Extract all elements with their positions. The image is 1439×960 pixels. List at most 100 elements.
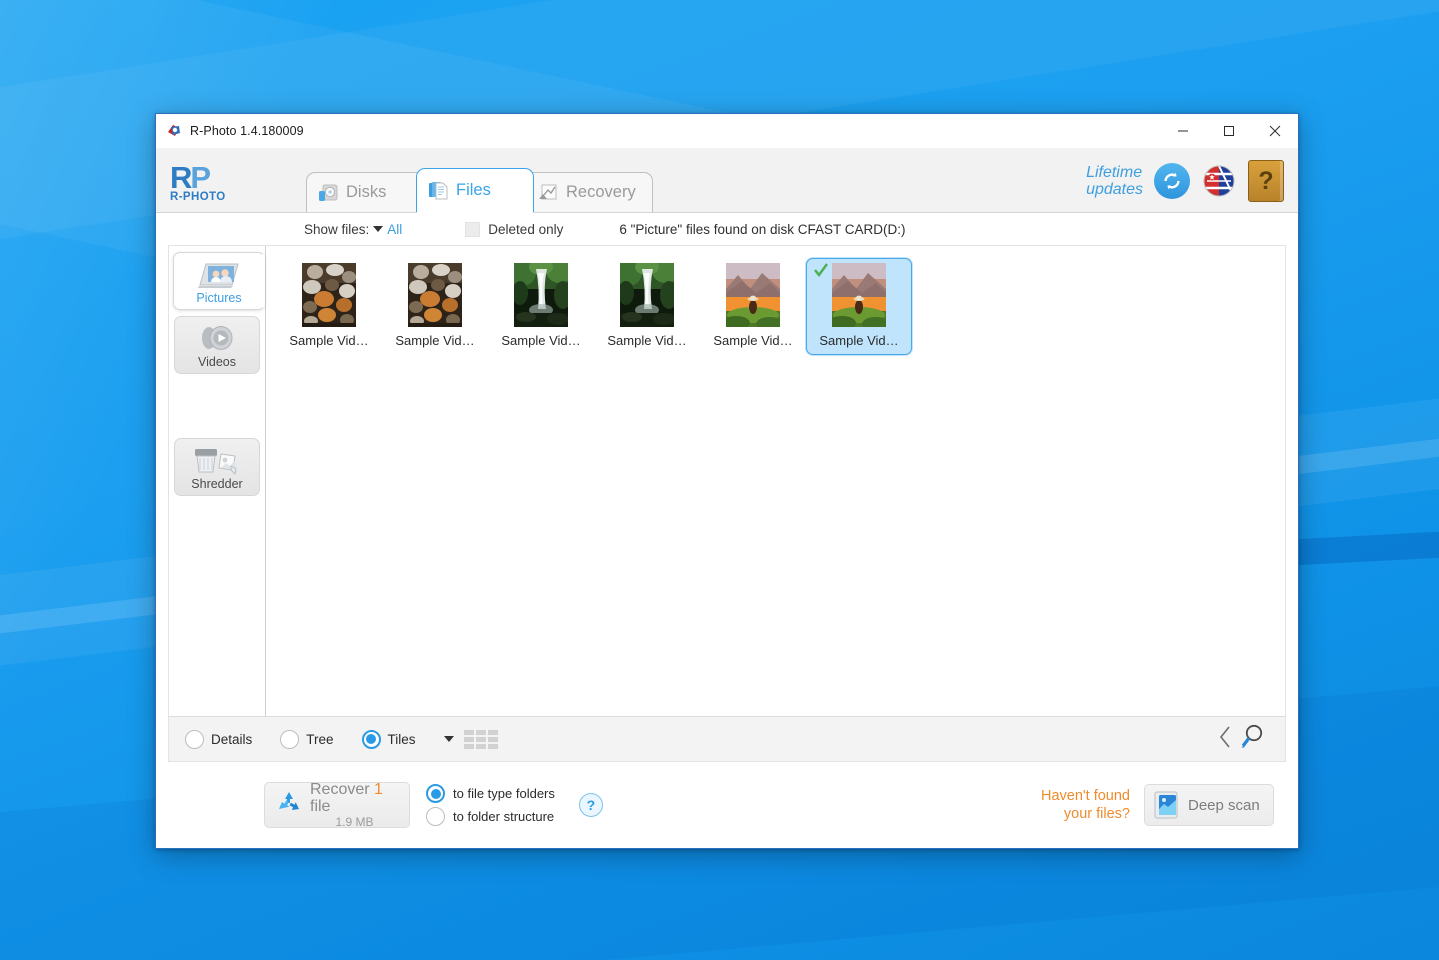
chevron-left-icon[interactable] — [1217, 724, 1233, 755]
radio-button[interactable] — [280, 730, 299, 749]
not-found-prompt: Haven't found your files? — [1041, 787, 1130, 823]
files-toolbar: Show files: All Deleted only 6 "Picture"… — [156, 213, 1298, 245]
help-button[interactable]: ? — [1248, 160, 1284, 202]
footer-right: Haven't found your files? Deep scan — [1041, 784, 1274, 826]
recovery-icon — [537, 182, 559, 204]
pictures-icon — [196, 257, 242, 291]
maximize-button[interactable] — [1206, 114, 1252, 147]
tab-label: Files — [456, 181, 491, 200]
file-tile[interactable]: Sample Vid… — [276, 258, 382, 355]
minimize-button[interactable] — [1160, 114, 1206, 147]
recover-size: 1.9 MB — [310, 816, 399, 829]
files-found-status: 6 "Picture" files found on disk CFAST CA… — [619, 222, 905, 237]
sidebar-item-shredder[interactable]: Shredder — [174, 438, 260, 496]
file-tile[interactable]: Sample Vid… — [700, 258, 806, 355]
show-files-value[interactable]: All — [387, 222, 402, 237]
shredder-icon — [191, 443, 243, 477]
deep-scan-icon — [1154, 790, 1180, 820]
files-icon — [427, 180, 449, 202]
videos-icon — [195, 321, 239, 355]
desktop-background: R-Photo 1.4.180009 RP R-PHOTO — [0, 0, 1439, 960]
sidebar-item-label: Shredder — [191, 477, 242, 491]
window-title: R-Photo 1.4.180009 — [190, 124, 304, 138]
file-thumbnail — [832, 263, 886, 327]
tile-grid: Sample Vid… Sample Vid… — [276, 258, 1275, 355]
app-header: RP R-PHOTO Disks — [156, 148, 1298, 213]
radio-button[interactable] — [362, 730, 381, 749]
file-tile[interactable]: Sample Vid… — [382, 258, 488, 355]
file-tile-label: Sample Vid… — [395, 333, 474, 348]
main-tabs: Disks Files — [306, 148, 645, 212]
checkbox-box[interactable] — [465, 222, 480, 237]
deep-scan-label: Deep scan — [1188, 797, 1260, 814]
view-mode-tiles[interactable]: Tiles — [362, 730, 416, 749]
content-frame: Pictures Videos — [168, 245, 1286, 762]
logo-mark: RP — [170, 165, 300, 191]
app-logo: RP R-PHOTO — [156, 165, 300, 212]
recover-count: 1 — [374, 781, 383, 798]
recover-label: Recover 1 file — [310, 782, 399, 816]
checkmark-icon — [813, 262, 829, 278]
file-tile[interactable]: Sample Vid… — [594, 258, 700, 355]
file-thumbnail — [302, 263, 356, 327]
grid-size-icon[interactable] — [464, 730, 498, 749]
tab-files[interactable]: Files — [416, 168, 534, 212]
file-thumbnail — [408, 263, 462, 327]
radio-button[interactable] — [426, 784, 445, 803]
app-window: R-Photo 1.4.180009 RP R-PHOTO — [155, 113, 1299, 849]
body-area: Pictures Videos — [156, 245, 1298, 762]
sidebar-item-pictures[interactable]: Pictures — [173, 252, 265, 310]
flags-globe-icon[interactable] — [1201, 163, 1237, 199]
tab-label: Recovery — [566, 183, 636, 202]
recover-button-text: Recover 1 file 1.9 MB — [310, 782, 399, 828]
view-mode-label: Tree — [306, 732, 333, 747]
recycle-icon — [275, 789, 303, 822]
deleted-only-label: Deleted only — [488, 222, 563, 237]
recover-button[interactable]: Recover 1 file 1.9 MB — [264, 782, 410, 828]
file-thumbnail — [620, 263, 674, 327]
sidebar-item-label: Pictures — [196, 291, 241, 305]
file-tile[interactable]: Sample Vid… — [488, 258, 594, 355]
dest-label: to folder structure — [453, 809, 554, 824]
window-controls — [1160, 114, 1298, 147]
dest-file-type-folders[interactable]: to file type folders — [426, 784, 555, 803]
category-sidebar: Pictures Videos — [169, 246, 266, 716]
file-tile-label: Sample Vid… — [501, 333, 580, 348]
file-tile-selected[interactable]: Sample Vid… — [806, 258, 912, 355]
tab-disks[interactable]: Disks — [306, 172, 424, 212]
view-mode-details[interactable]: Details — [185, 730, 252, 749]
view-bar-right — [1217, 722, 1273, 757]
file-tile-label: Sample Vid… — [713, 333, 792, 348]
lifetime-updates-label: Lifetime updates — [1086, 164, 1143, 198]
header-right-tools: Lifetime updates — [1086, 160, 1298, 212]
file-thumbnail — [726, 263, 780, 327]
recovery-footer: Recover 1 file 1.9 MB to file type folde… — [156, 762, 1298, 848]
file-thumbnail — [514, 263, 568, 327]
content-row: Pictures Videos — [169, 246, 1285, 716]
file-list-pane: Sample Vid… Sample Vid… — [266, 246, 1285, 716]
caret-down-icon[interactable] — [444, 736, 454, 742]
tab-recovery[interactable]: Recovery — [526, 172, 653, 212]
refresh-icon[interactable] — [1154, 163, 1190, 199]
file-tile-label: Sample Vid… — [607, 333, 686, 348]
show-files-label: Show files: — [304, 222, 369, 237]
sidebar-spacer — [169, 380, 265, 438]
view-mode-bar: Details Tree Tiles — [169, 716, 1285, 761]
app-icon — [166, 123, 182, 139]
logo-text: R-PHOTO — [170, 191, 300, 204]
sidebar-item-videos[interactable]: Videos — [174, 316, 260, 374]
radio-button[interactable] — [426, 807, 445, 826]
close-button[interactable] — [1252, 114, 1298, 147]
deep-scan-button[interactable]: Deep scan — [1144, 784, 1274, 826]
caret-down-icon[interactable] — [373, 226, 383, 232]
deleted-only-checkbox[interactable]: Deleted only — [465, 222, 563, 237]
file-tile-label: Sample Vid… — [289, 333, 368, 348]
search-magnifier-icon[interactable] — [1237, 722, 1267, 757]
show-files-filter[interactable]: Show files: All — [304, 222, 402, 237]
view-mode-label: Details — [211, 732, 252, 747]
view-mode-tree[interactable]: Tree — [280, 730, 333, 749]
destination-help-icon[interactable]: ? — [579, 793, 603, 817]
dest-folder-structure[interactable]: to folder structure — [426, 807, 555, 826]
radio-button[interactable] — [185, 730, 204, 749]
disk-icon — [317, 182, 339, 204]
